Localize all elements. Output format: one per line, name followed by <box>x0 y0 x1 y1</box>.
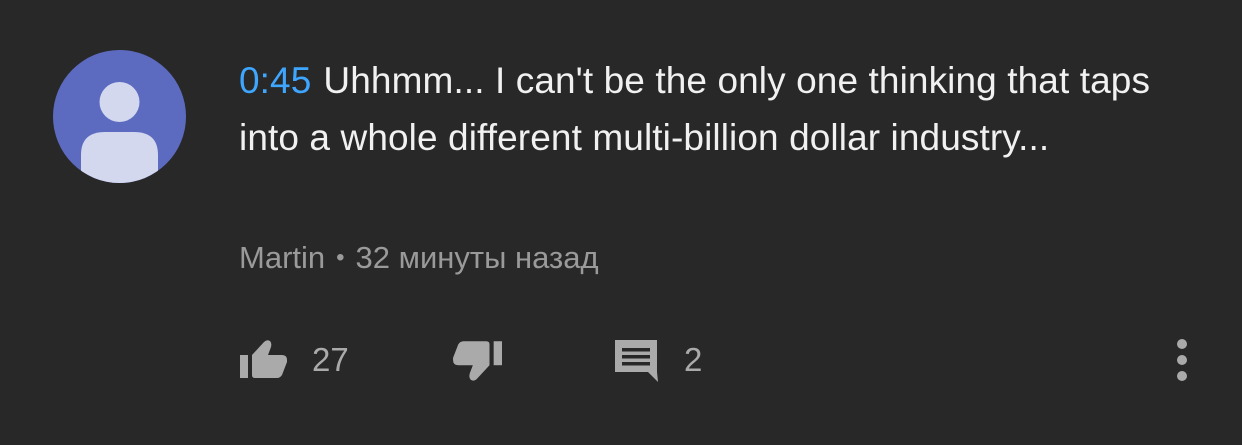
thumbs-down-icon <box>453 341 502 381</box>
like-button[interactable]: 27 <box>240 330 349 390</box>
author-name[interactable]: Martin <box>239 240 325 275</box>
default-user-icon <box>81 82 158 183</box>
comment-actions: 27 2 <box>0 330 1242 390</box>
comment-body: 0:45 Uhhmm... I can't be the only one thi… <box>239 52 1199 166</box>
separator-dot: • <box>336 244 345 271</box>
like-count: 27 <box>312 341 349 378</box>
thumbs-up-icon <box>240 340 287 378</box>
time-ago: 32 минуты назад <box>355 240 599 275</box>
timestamp-link[interactable]: 0:45 <box>239 60 311 101</box>
comment-meta: Martin • 32 минуты назад <box>239 236 599 280</box>
more-vert-icon <box>1177 339 1187 381</box>
reply-count: 2 <box>684 341 703 378</box>
comment-icon <box>615 340 658 382</box>
comment-text: Uhhmm... I can't be the only one thinkin… <box>239 60 1151 158</box>
more-options-button[interactable] <box>1170 330 1194 390</box>
reply-button[interactable]: 2 <box>612 330 702 390</box>
avatar[interactable] <box>53 50 186 183</box>
dislike-button[interactable] <box>452 330 502 390</box>
